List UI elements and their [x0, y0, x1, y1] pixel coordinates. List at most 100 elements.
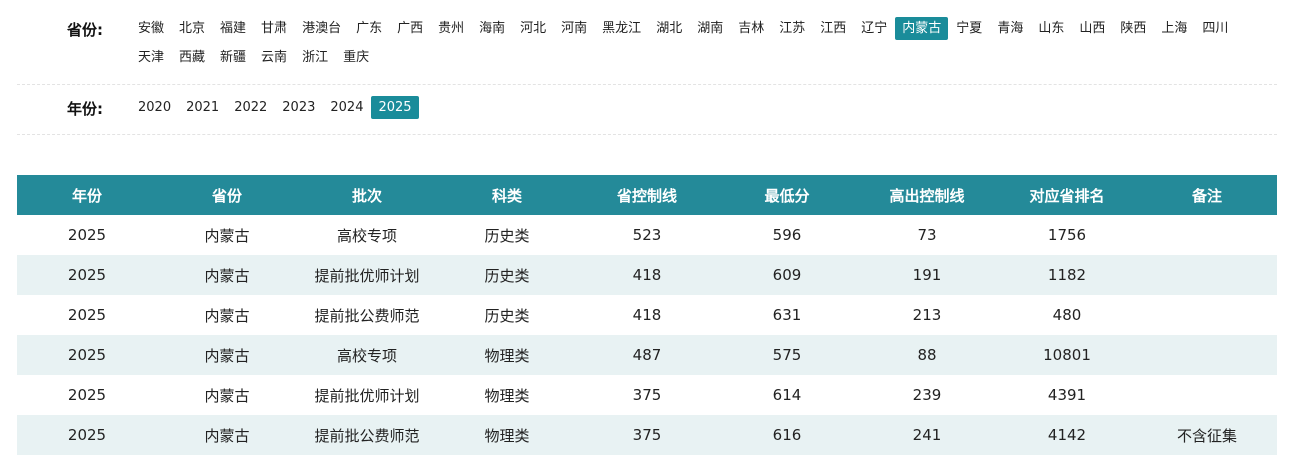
table-cell: 内蒙古	[157, 415, 297, 455]
table-cell: 631	[772, 306, 802, 324]
table-cell: 历史类	[484, 226, 530, 245]
table-cell: 高校专项	[297, 335, 437, 375]
province-option[interactable]: 河南	[554, 17, 594, 40]
table-cell: 不含征集	[1137, 415, 1277, 455]
province-option[interactable]: 云南	[254, 46, 294, 69]
province-option[interactable]: 湖北	[649, 17, 689, 40]
province-option[interactable]: 河北	[513, 17, 553, 40]
table-cell	[1137, 375, 1277, 415]
table-cell: 内蒙古	[204, 386, 250, 405]
province-option[interactable]: 黑龙江	[595, 17, 648, 40]
year-option[interactable]: 2022	[227, 96, 274, 119]
year-filter-label: 年份:	[67, 100, 103, 118]
table-cell	[1137, 255, 1277, 295]
table-cell: 213	[912, 306, 942, 324]
table-cell: 2025	[17, 415, 157, 455]
province-option[interactable]: 安徽	[131, 17, 171, 40]
table-cell: 历史类	[484, 306, 530, 325]
province-option[interactable]: 天津	[131, 46, 171, 69]
table-cell: 614	[772, 386, 802, 404]
table-cell	[1137, 295, 1277, 335]
province-option[interactable]: 西藏	[172, 46, 212, 69]
province-option[interactable]: 新疆	[213, 46, 253, 69]
province-option[interactable]: 重庆	[336, 46, 376, 69]
province-option[interactable]: 陕西	[1113, 17, 1153, 40]
table-cell	[1137, 215, 1277, 255]
table-cell: 4142	[997, 415, 1137, 455]
province-option[interactable]: 北京	[172, 17, 212, 40]
province-option[interactable]: 浙江	[295, 46, 335, 69]
table-cell: 596	[772, 226, 802, 244]
column-header: 备注	[1137, 175, 1277, 215]
table-cell: 88	[857, 335, 997, 375]
province-option[interactable]: 吉林	[731, 17, 771, 40]
province-option[interactable]: 内蒙古	[895, 17, 949, 40]
table-cell: 375	[577, 415, 717, 455]
year-option[interactable]: 2021	[179, 96, 226, 119]
province-option[interactable]: 海南	[472, 17, 512, 40]
column-header: 省控制线	[577, 175, 717, 215]
score-table: 年份 省份 批次 科类 省控制线 最低分 高出控制线 对应省排名 备注 2025 内蒙古 高校专项历…	[17, 175, 1277, 455]
year-option[interactable]: 2023	[275, 96, 322, 119]
table-cell: 内蒙古	[204, 226, 250, 245]
table-cell: 1756	[1047, 226, 1087, 244]
province-option[interactable]: 四川	[1195, 17, 1235, 40]
province-filter: 省份: 安徽 北京 福建 甘肃 港澳台 广东 广西 贵州 海南 河北 河南 黑龙江 湖北 湖南 吉林 江苏 江西…	[17, 17, 1277, 73]
table-cell: 物理类	[484, 386, 530, 405]
table-row: 2025 内蒙古 提前批优师计划 物理类 375 614 239 4391	[17, 375, 1277, 415]
province-option[interactable]: 山西	[1072, 17, 1112, 40]
province-option[interactable]: 山东	[1031, 17, 1071, 40]
table-cell: 2025	[67, 306, 107, 324]
table-cell: 575	[717, 335, 857, 375]
table-cell: 历史类	[437, 255, 577, 295]
table-cell: 提前批公费师范	[297, 415, 437, 455]
table-cell: 73	[917, 226, 937, 244]
table-cell	[1137, 335, 1277, 375]
column-header: 高出控制线	[857, 175, 997, 215]
table-cell: 物理类	[437, 335, 577, 375]
column-header: 对应省排名	[997, 175, 1137, 215]
table-cell: 内蒙古	[204, 306, 250, 325]
table-cell: 241	[857, 415, 997, 455]
table-cell: 418	[577, 255, 717, 295]
table-row: 2025 内蒙古 提前批优师计划 历史类 418 609 191 1182	[17, 255, 1277, 295]
table-cell: 375	[632, 386, 662, 404]
year-option[interactable]: 2025	[371, 96, 419, 119]
column-header: 最低分	[717, 175, 857, 215]
table-row: 2025 内蒙古 高校专项 历史类 523 596 73 1756	[17, 215, 1277, 255]
province-option[interactable]: 辽宁	[854, 17, 894, 40]
province-option[interactable]: 福建	[213, 17, 253, 40]
table-cell: 239	[912, 386, 942, 404]
province-filter-label: 省份:	[67, 21, 103, 39]
table-cell: 高校专项	[336, 226, 397, 245]
province-options: 安徽 北京 福建 甘肃 港澳台 广东 广西 贵州 海南 河北 河南 黑龙江 湖北 湖南 吉林 江苏 江西 辽宁 内蒙…	[131, 17, 1277, 69]
table-cell: 2025	[67, 386, 107, 404]
table-cell: 内蒙古	[157, 335, 297, 375]
table-cell: 内蒙古	[157, 255, 297, 295]
divider	[17, 134, 1277, 135]
province-option[interactable]: 湖南	[690, 17, 730, 40]
province-option[interactable]: 青海	[990, 17, 1030, 40]
province-option[interactable]: 甘肃	[254, 17, 294, 40]
table-cell: 2025	[17, 255, 157, 295]
column-header: 年份	[17, 175, 157, 215]
year-option[interactable]: 2024	[323, 96, 370, 119]
year-option[interactable]: 2020	[131, 96, 178, 119]
table-cell: 609	[717, 255, 857, 295]
table-cell: 616	[717, 415, 857, 455]
province-option[interactable]: 江苏	[772, 17, 812, 40]
table-row: 2025 内蒙古 高校专项 物理类 487 575 88 10801	[17, 335, 1277, 375]
column-header: 科类	[437, 175, 577, 215]
province-option[interactable]: 贵州	[431, 17, 471, 40]
year-filter: 年份: 2020 2021 2022 2023 2024 2025	[17, 96, 1277, 122]
province-option[interactable]: 广西	[390, 17, 430, 40]
province-option[interactable]: 江西	[813, 17, 853, 40]
province-option[interactable]: 上海	[1154, 17, 1194, 40]
table-cell: 1182	[997, 255, 1137, 295]
province-option[interactable]: 广东	[349, 17, 389, 40]
table-cell: 提前批优师计划	[297, 255, 437, 295]
column-header: 省份	[157, 175, 297, 215]
province-option[interactable]: 宁夏	[949, 17, 989, 40]
column-header: 批次	[297, 175, 437, 215]
province-option[interactable]: 港澳台	[295, 17, 348, 40]
